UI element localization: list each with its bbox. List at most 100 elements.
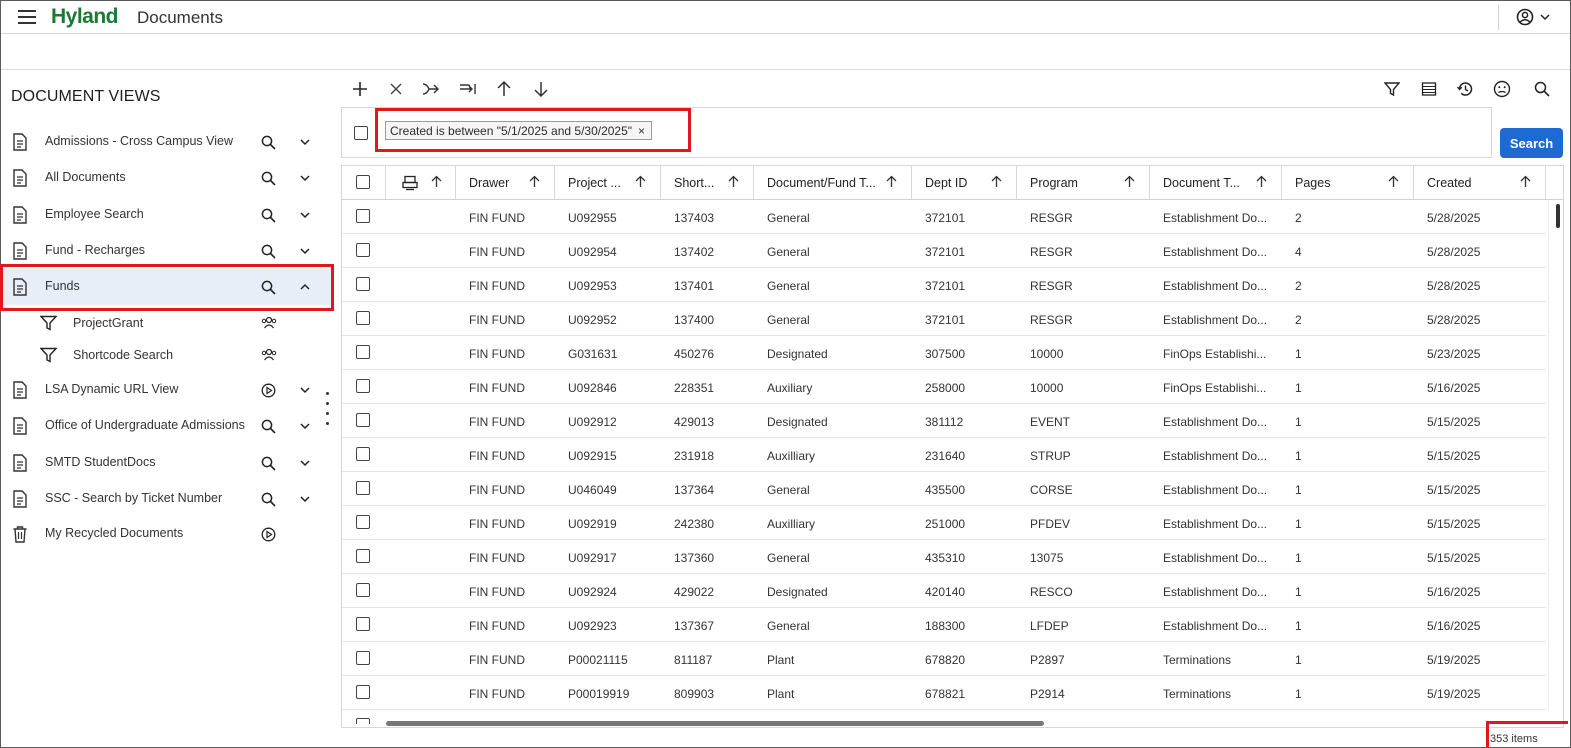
row-checkbox[interactable] (356, 379, 370, 393)
chevron-down-icon[interactable] (299, 171, 311, 189)
sidebar-item[interactable]: Employee Search (0, 197, 333, 233)
table-row[interactable]: FIN FUND U092955 137403 General 372101 RESGR E… (342, 200, 1546, 234)
chevron-down-icon[interactable] (299, 135, 311, 153)
sidebar-item[interactable]: Funds (0, 269, 333, 305)
chevron-down-icon[interactable] (299, 456, 311, 474)
table-row[interactable]: FIN FUND U092924 429022 Designated 420140 RES… (342, 574, 1546, 608)
close-icon[interactable] (386, 79, 406, 99)
select-all-checkbox[interactable] (356, 175, 370, 189)
sort-ascending-icon[interactable] (431, 175, 442, 191)
row-checkbox[interactable] (356, 277, 370, 291)
table-row[interactable]: FIN FUND U092915 231918 Auxilliary 231640 STR… (342, 438, 1546, 472)
search-icon[interactable] (261, 456, 276, 476)
search-button[interactable]: Search (1500, 128, 1563, 158)
add-icon[interactable] (350, 79, 370, 99)
move-to-icon[interactable] (458, 79, 478, 99)
sidebar-item[interactable]: LSA Dynamic URL View (0, 372, 333, 408)
search-icon[interactable] (261, 208, 276, 228)
table-row[interactable]: FIN FUND U046049 137364 General 435500 CORSE E… (342, 472, 1546, 506)
play-icon[interactable] (261, 383, 276, 403)
chevron-down-icon[interactable] (299, 244, 311, 262)
table-row[interactable]: FIN FUND U092912 429013 Designated 381112 EVE… (342, 404, 1546, 438)
column-header[interactable]: Created (1414, 166, 1546, 200)
sidebar-subitem[interactable]: ProjectGrant (0, 307, 333, 339)
table-row[interactable]: FIN FUND G031631 450276 Designated 307500 100… (342, 336, 1546, 370)
table-row[interactable]: FIN FUND U092846 228351 Auxiliary 258000 1000… (342, 370, 1546, 404)
sort-ascending-icon[interactable] (529, 175, 540, 191)
hamburger-menu-icon[interactable] (18, 10, 36, 24)
sort-ascending-icon[interactable] (635, 175, 646, 191)
search-icon[interactable] (261, 419, 276, 439)
row-checkbox[interactable] (356, 243, 370, 257)
columns-icon[interactable] (1419, 79, 1439, 99)
row-checkbox[interactable] (356, 209, 370, 223)
row-checkbox[interactable] (356, 447, 370, 461)
group-icon[interactable] (261, 347, 277, 367)
user-menu-button[interactable] (1516, 8, 1550, 26)
sort-ascending-icon[interactable] (886, 175, 897, 191)
search-icon[interactable] (261, 135, 276, 155)
chevron-down-icon[interactable] (299, 492, 311, 510)
row-checkbox[interactable] (356, 718, 370, 724)
merge-icon[interactable] (421, 79, 441, 99)
sidebar-item[interactable]: Office of Undergraduate Admissions (0, 408, 333, 444)
table-row[interactable]: FIN FUND U092919 242380 Auxilliary 251000 PFD… (342, 506, 1546, 540)
sidebar-item[interactable]: SSC - Search by Ticket Number (0, 481, 333, 517)
sidebar-item[interactable]: SMTD StudentDocs (0, 445, 333, 481)
column-header[interactable]: Document/Fund T... (754, 166, 912, 200)
column-header[interactable]: Program (1017, 166, 1150, 200)
table-row[interactable]: FIN FUND P00019919 809903 Plant 678821 P2914 T… (342, 676, 1546, 710)
search-icon[interactable] (261, 244, 276, 264)
row-checkbox[interactable] (356, 549, 370, 563)
sort-ascending-icon[interactable] (1124, 175, 1135, 191)
sort-ascending-icon[interactable] (1388, 175, 1399, 191)
sort-ascending-icon[interactable] (991, 175, 1002, 191)
column-header[interactable]: Document T... (1150, 166, 1282, 200)
column-header[interactable]: Short... (661, 166, 754, 200)
row-checkbox[interactable] (356, 685, 370, 699)
table-row[interactable]: FIN FUND U092917 137360 General 435310 13075 E… (342, 540, 1546, 574)
search-icon[interactable] (1532, 79, 1552, 99)
search-icon[interactable] (261, 280, 276, 300)
sidebar-subitem[interactable]: Shortcode Search (0, 339, 333, 371)
row-checkbox[interactable] (356, 481, 370, 495)
document-type-icon-column-header[interactable] (386, 166, 456, 200)
row-checkbox[interactable] (356, 345, 370, 359)
vertical-scroll-track[interactable] (1548, 200, 1563, 711)
filter-icon[interactable] (1382, 79, 1402, 99)
row-checkbox[interactable] (356, 515, 370, 529)
arrow-down-icon[interactable] (531, 79, 551, 99)
sort-ascending-icon[interactable] (1256, 175, 1267, 191)
filter-chip-close-icon[interactable]: × (638, 124, 645, 138)
chevron-up-icon[interactable] (299, 280, 311, 298)
row-checkbox[interactable] (356, 583, 370, 597)
sidebar-resize-kebab-icon[interactable] (326, 392, 330, 432)
sidebar-item[interactable]: All Documents (0, 160, 333, 196)
arrow-up-icon[interactable] (494, 79, 514, 99)
column-header[interactable]: Dept ID (912, 166, 1017, 200)
vertical-scrollbar[interactable] (1556, 204, 1560, 228)
chevron-down-icon[interactable] (299, 383, 311, 401)
row-checkbox[interactable] (356, 617, 370, 631)
row-checkbox[interactable] (356, 311, 370, 325)
table-row[interactable]: FIN FUND U092923 137367 General 188300 LFDEP E… (342, 608, 1546, 642)
group-icon[interactable] (261, 315, 277, 335)
horizontal-scrollbar[interactable] (386, 721, 1044, 726)
sidebar-item[interactable]: Admissions - Cross Campus View (0, 124, 333, 160)
table-row[interactable]: FIN FUND U092953 137401 General 372101 RESGR E… (342, 268, 1546, 302)
chevron-down-icon[interactable] (299, 419, 311, 437)
select-all-filter-checkbox[interactable] (354, 126, 368, 140)
chevron-down-icon[interactable] (299, 208, 311, 226)
search-icon[interactable] (261, 171, 276, 191)
column-header[interactable]: Pages (1282, 166, 1414, 200)
sort-ascending-icon[interactable] (728, 175, 739, 191)
sort-ascending-icon[interactable] (1520, 175, 1531, 191)
filter-chip[interactable]: Created is between "5/1/2025 and 5/30/20… (385, 121, 653, 140)
sidebar-item[interactable]: My Recycled Documents (0, 516, 333, 552)
history-icon[interactable] (1455, 79, 1475, 99)
row-checkbox[interactable] (356, 651, 370, 665)
table-row[interactable]: FIN FUND P00021115 811187 Plant 678820 P2897 T… (342, 642, 1546, 676)
play-icon[interactable] (261, 527, 276, 547)
sidebar-item[interactable]: Fund - Recharges (0, 233, 333, 269)
column-header[interactable]: Drawer (456, 166, 555, 200)
